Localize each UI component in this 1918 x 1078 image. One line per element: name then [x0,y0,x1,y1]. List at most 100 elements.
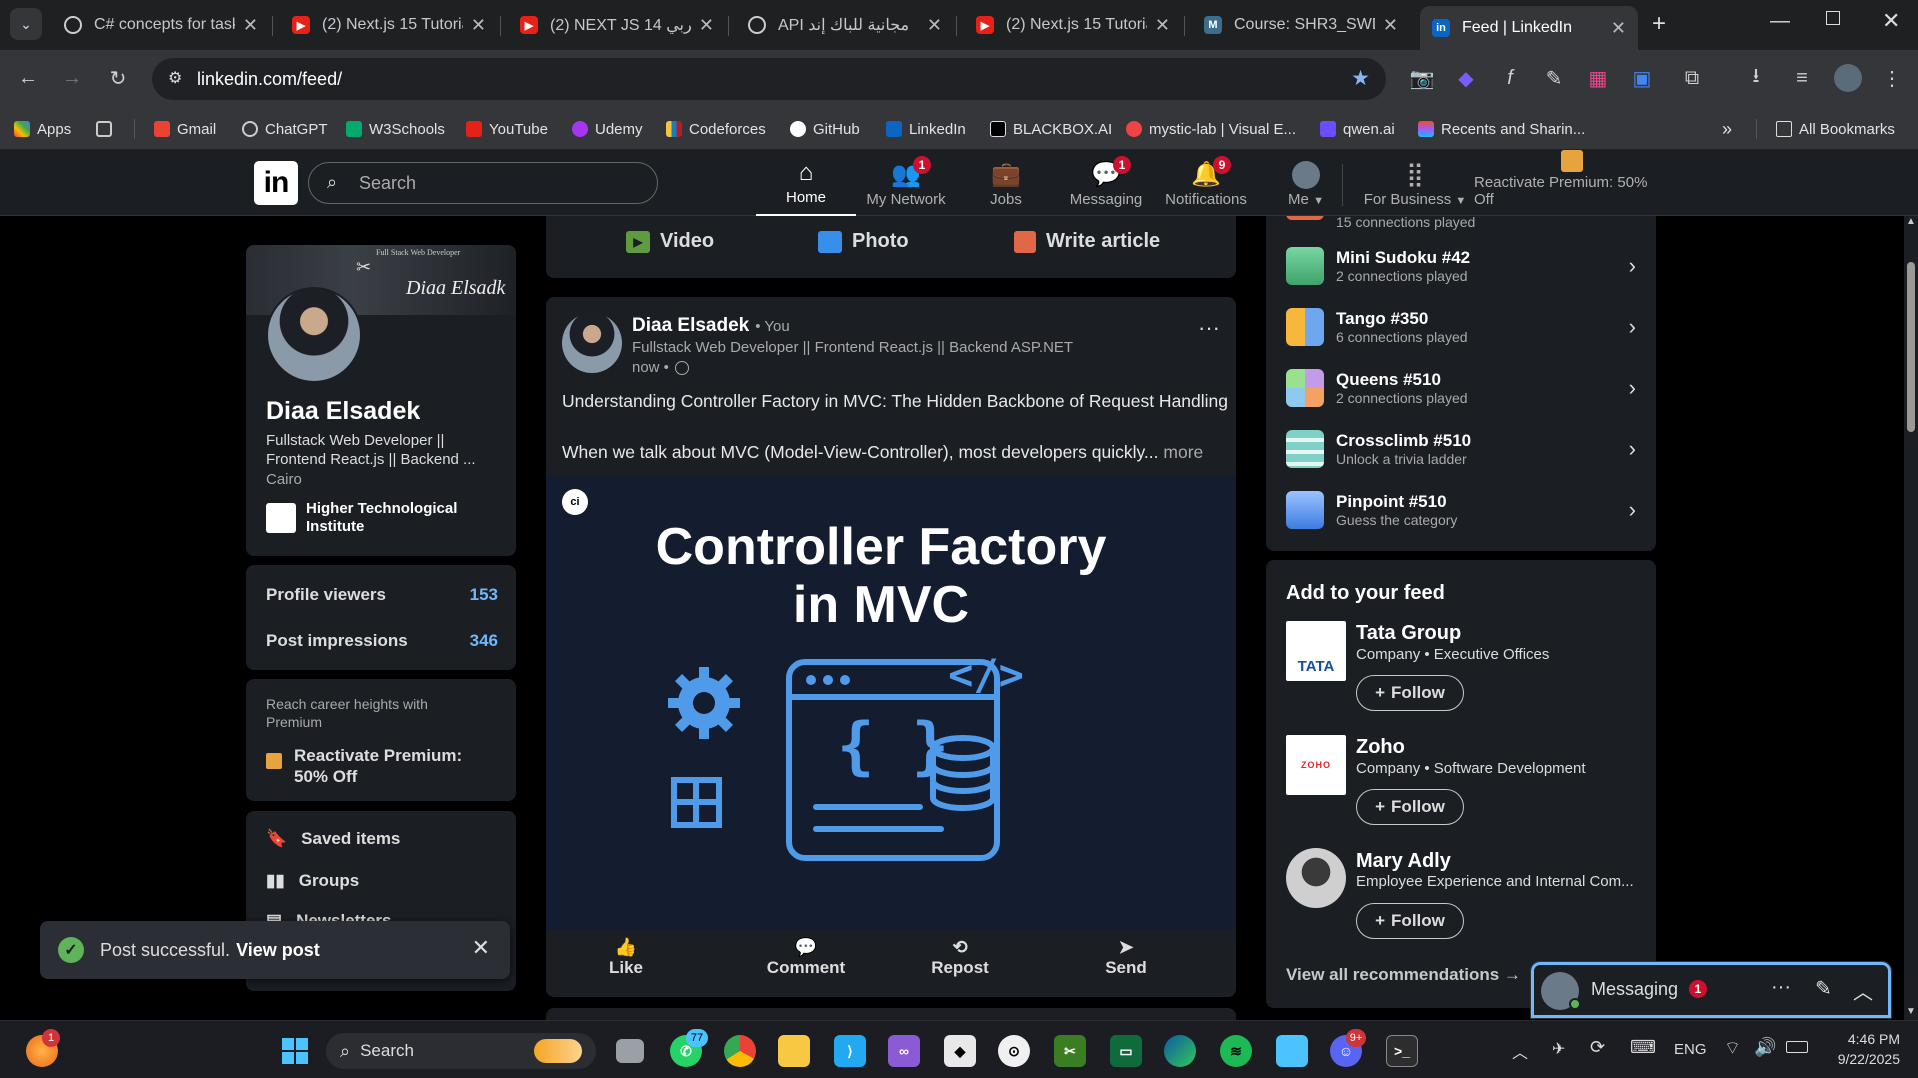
terminal-app-icon[interactable]: ▭ [1110,1035,1142,1067]
visual-studio-icon[interactable]: ∞ [888,1035,920,1067]
browser-tab[interactable]: C# concepts for task ✕ [52,6,270,44]
terminal-icon[interactable]: >_ [1386,1035,1418,1067]
input-language[interactable]: ENG [1674,1041,1707,1058]
nav-my-network[interactable]: 👥 1 My Network [856,150,956,216]
chrome-icon[interactable] [724,1035,756,1067]
volume-icon[interactable]: 🔊 [1754,1037,1776,1058]
bookmark-star-icon[interactable]: ★ [1351,66,1370,91]
close-icon[interactable]: ✕ [927,15,942,36]
saved-items-link[interactable]: 🔖 Saved items [266,829,400,849]
scroll-down-icon[interactable]: ▼ [1906,1006,1916,1017]
square-extension-icon[interactable]: ▣ [1628,64,1656,92]
game-crossclimb[interactable]: Crossclimb #510 Unlock a trivia ladder › [1286,427,1636,471]
browser-tab[interactable]: ▶ (2) Next.js 15 Tutorial ✕ [964,6,1182,44]
wifi-icon[interactable]: ⌔ [1724,1037,1741,1060]
bookmark-apps[interactable]: Apps [14,118,71,140]
search-input[interactable]: ⌕ Search [308,162,658,204]
scroll-up-icon[interactable]: ▲ [1906,216,1916,227]
game-tango[interactable]: Tango #350 6 connections played › [1286,305,1636,349]
write-article-button[interactable]: Write article [1014,230,1160,253]
close-icon[interactable]: ✕ [243,15,258,36]
tray-chevron-up-icon[interactable]: ︿ [1512,1039,1528,1063]
profile-viewers-row[interactable]: Profile viewers 153 [266,585,498,605]
github-desktop-icon[interactable]: ⊙ [998,1035,1030,1067]
bookmarks-overflow[interactable]: » [1722,118,1732,140]
close-icon[interactable]: ✕ [1611,18,1626,39]
photo-button[interactable]: Photo [818,230,909,253]
snipping-tool-icon[interactable]: ✂ [1054,1035,1086,1067]
view-post-link[interactable]: View post [236,940,320,961]
browser-tab[interactable]: ▶ (2) NEXT JS 14 العربي ✕ [508,6,726,44]
bookmark-w3schools[interactable]: W3Schools [346,118,445,140]
bookmark-linkedin[interactable]: LinkedIn [886,118,966,140]
grid-extension-icon[interactable]: ▦ [1584,64,1612,92]
tab-search-button[interactable]: ⌄ [10,8,42,40]
video-button[interactable]: ▶ Video [626,230,714,253]
send-button[interactable]: ➤ Send [1076,937,1176,978]
premium-cta[interactable]: Reactivate Premium: 50% Off [266,745,494,787]
clock[interactable]: 4:46 PM 9/22/2025 [1820,1029,1900,1069]
notepad-icon[interactable] [1276,1035,1308,1067]
chevron-up-icon[interactable]: ︿ [1853,976,1873,1005]
premium-card[interactable]: Reach career heights with Premium Reacti… [246,679,516,801]
browser-tab[interactable]: ▶ (2) Next.js 15 Tutorial ✕ [280,6,498,44]
compose-icon[interactable]: ✎ [1815,976,1832,1001]
profile-name[interactable]: Diaa Elsadek [266,397,420,426]
game-pinpoint[interactable]: Pinpoint #510 Guess the category › [1286,488,1636,532]
bookmark-mystic-lab[interactable]: mystic-lab | Visual E... [1126,118,1296,140]
page-scrollbar[interactable]: ▲ ▼ [1904,216,1918,1020]
function-extension-icon[interactable]: f [1496,64,1524,92]
spotify-icon[interactable]: ≋ [1220,1035,1252,1067]
bookmark-blackbox[interactable]: BLACKBOX.AI [990,118,1112,140]
bookmark-codeforces[interactable]: Codeforces [666,118,766,140]
tray-app-icon[interactable]: ✈ [1552,1039,1565,1059]
author-avatar[interactable] [562,313,622,373]
nav-notifications[interactable]: 🔔 9 Notifications [1156,150,1256,216]
nav-for-business[interactable]: ⣿ For Business ▼ [1360,150,1470,216]
rec-avatar[interactable] [1286,848,1346,908]
puzzle-extensions-icon[interactable]: ⧉ [1678,64,1706,92]
camera-extension-icon[interactable]: 📷 [1408,64,1436,92]
linkedin-logo[interactable]: in [254,161,298,205]
repost-button[interactable]: ⟲ Repost [910,937,1010,978]
bookmark-grid[interactable] [96,118,119,140]
game-mini-sudoku[interactable]: Mini Sudoku #42 2 connections played › [1286,244,1636,288]
all-bookmarks[interactable]: All Bookmarks [1776,118,1895,140]
post-image[interactable]: ci Controller Factory in MVC {} </> [546,475,1236,930]
tray-keyboard-icon[interactable]: ⌨ [1630,1037,1656,1058]
more-options-icon[interactable]: ··· [1771,976,1791,999]
bookmark-figma[interactable]: Recents and Sharin... [1418,118,1585,140]
minimize-button[interactable]: — [1770,10,1790,33]
messaging-dock[interactable]: Messaging 1 ··· ✎ ︿ [1530,961,1892,1019]
groups-link[interactable]: ▮▮ Groups [266,871,359,891]
view-all-recommendations-link[interactable]: View all recommendations → [1286,965,1521,985]
nav-home[interactable]: ⌂ Home [756,150,856,216]
bookmark-github[interactable]: GitHub [790,118,860,140]
rec-name[interactable]: Tata Group [1356,622,1461,645]
close-icon[interactable]: ✕ [1383,15,1398,36]
post-impressions-row[interactable]: Post impressions 346 [266,631,498,651]
download-icon[interactable]: ⭳ [1742,64,1770,92]
site-info-icon[interactable]: ⚙ [168,68,182,88]
reload-button[interactable]: ↻ [104,64,132,92]
rec-name[interactable]: Mary Adly [1356,850,1451,873]
more-options-icon[interactable]: ··· [1198,315,1220,341]
post-author-name[interactable]: Diaa Elsadek [632,315,749,337]
scroll-thumb[interactable] [1907,262,1915,432]
bookmark-youtube[interactable]: YouTube [466,118,548,140]
close-icon[interactable]: ✕ [471,15,486,36]
close-window-button[interactable]: ✕ [1882,8,1900,34]
see-more-link[interactable]: more [1163,442,1203,462]
bookmark-gmail[interactable]: Gmail [154,118,216,140]
close-icon[interactable]: ✕ [699,15,714,36]
taskbar-search[interactable]: ⌕ Search [326,1033,596,1069]
start-button[interactable] [279,1035,311,1067]
follow-button[interactable]: + Follow [1356,789,1464,825]
forward-button[interactable]: → [58,64,86,92]
profile-avatar[interactable] [1834,64,1862,92]
menu-icon[interactable]: ⋮ [1878,64,1906,92]
new-tab-button[interactable]: + [1652,10,1666,38]
task-view-icon[interactable] [616,1039,644,1063]
profile-school[interactable]: Higher Technological Institute [266,500,466,536]
comment-button[interactable]: 💬 Comment [736,937,876,978]
